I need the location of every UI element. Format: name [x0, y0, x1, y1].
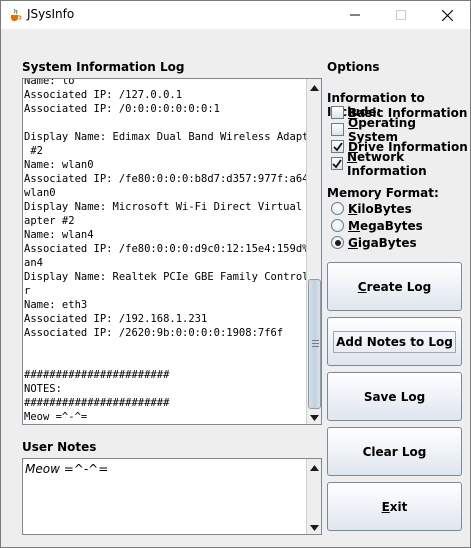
checkbox-box[interactable]	[331, 157, 343, 170]
minimize-button[interactable]	[332, 1, 378, 29]
arrow-down-icon	[310, 520, 319, 534]
checkmark-icon	[332, 158, 342, 168]
radio-selected-dot	[334, 239, 341, 246]
arrow-down-icon	[310, 410, 319, 424]
checkbox-box[interactable]	[331, 123, 344, 136]
title-bar: JSysInfo	[1, 1, 470, 29]
close-icon	[441, 9, 453, 21]
notes-content: Meow =^-^=	[25, 462, 109, 476]
clear-log-button[interactable]: Clear Log	[327, 427, 462, 476]
checkbox-box[interactable]	[331, 106, 344, 119]
close-button[interactable]	[424, 1, 470, 29]
window-title: JSysInfo	[27, 7, 75, 21]
clear-log-label: Clear Log	[362, 444, 427, 459]
notes-label: User Notes	[22, 440, 97, 454]
log-textarea[interactable]: Name: lo Associated IP: /127.0.0.1 Assoc…	[22, 78, 322, 425]
notes-textarea[interactable]: Meow =^-^=	[22, 458, 322, 535]
checkbox-network-information[interactable]: Network Information	[331, 150, 470, 178]
log-content: Name: lo Associated IP: /127.0.0.1 Assoc…	[24, 78, 322, 423]
java-cup-icon	[8, 8, 22, 22]
create-log-button[interactable]: Create Log	[327, 262, 462, 311]
options-label: Options	[327, 60, 380, 74]
add-notes-label: Add Notes to Log	[333, 330, 456, 353]
radio-circle[interactable]	[331, 202, 344, 215]
scroll-up-button[interactable]	[307, 79, 321, 94]
save-log-label: Save Log	[363, 389, 426, 404]
scroll-thumb[interactable]	[308, 279, 321, 409]
checkbox-box[interactable]	[331, 140, 344, 153]
maximize-icon	[396, 10, 406, 20]
arrow-up-icon	[310, 460, 319, 474]
notes-scrollbar[interactable]	[306, 459, 321, 534]
radio-circle[interactable]	[331, 219, 344, 232]
notes-scroll-down-button[interactable]	[307, 519, 321, 534]
notes-scroll-up-button[interactable]	[307, 459, 321, 474]
arrow-up-icon	[310, 80, 319, 94]
log-label: System Information Log	[22, 60, 185, 74]
add-notes-button[interactable]: Add Notes to Log	[327, 317, 462, 366]
app-window: JSysInfo System Information Log Name: lo…	[0, 0, 471, 548]
checkmark-icon	[332, 141, 343, 151]
log-scrollbar[interactable]	[306, 79, 321, 424]
scroll-down-button[interactable]	[307, 409, 321, 424]
checkbox-operating-system[interactable]: Operating System	[331, 116, 470, 144]
save-log-button[interactable]: Save Log	[327, 372, 462, 421]
memory-format-label: Memory Format:	[327, 186, 439, 200]
radio-circle[interactable]	[331, 236, 344, 249]
radio-kilobytes[interactable]: KiloBytes	[331, 200, 412, 217]
radio-gigabytes[interactable]: GigaBytes	[331, 234, 417, 251]
maximize-button[interactable]	[378, 1, 424, 29]
minimize-icon	[350, 10, 360, 20]
exit-button[interactable]: Exit	[327, 482, 462, 531]
radio-megabytes[interactable]: MegaBytes	[331, 217, 423, 234]
